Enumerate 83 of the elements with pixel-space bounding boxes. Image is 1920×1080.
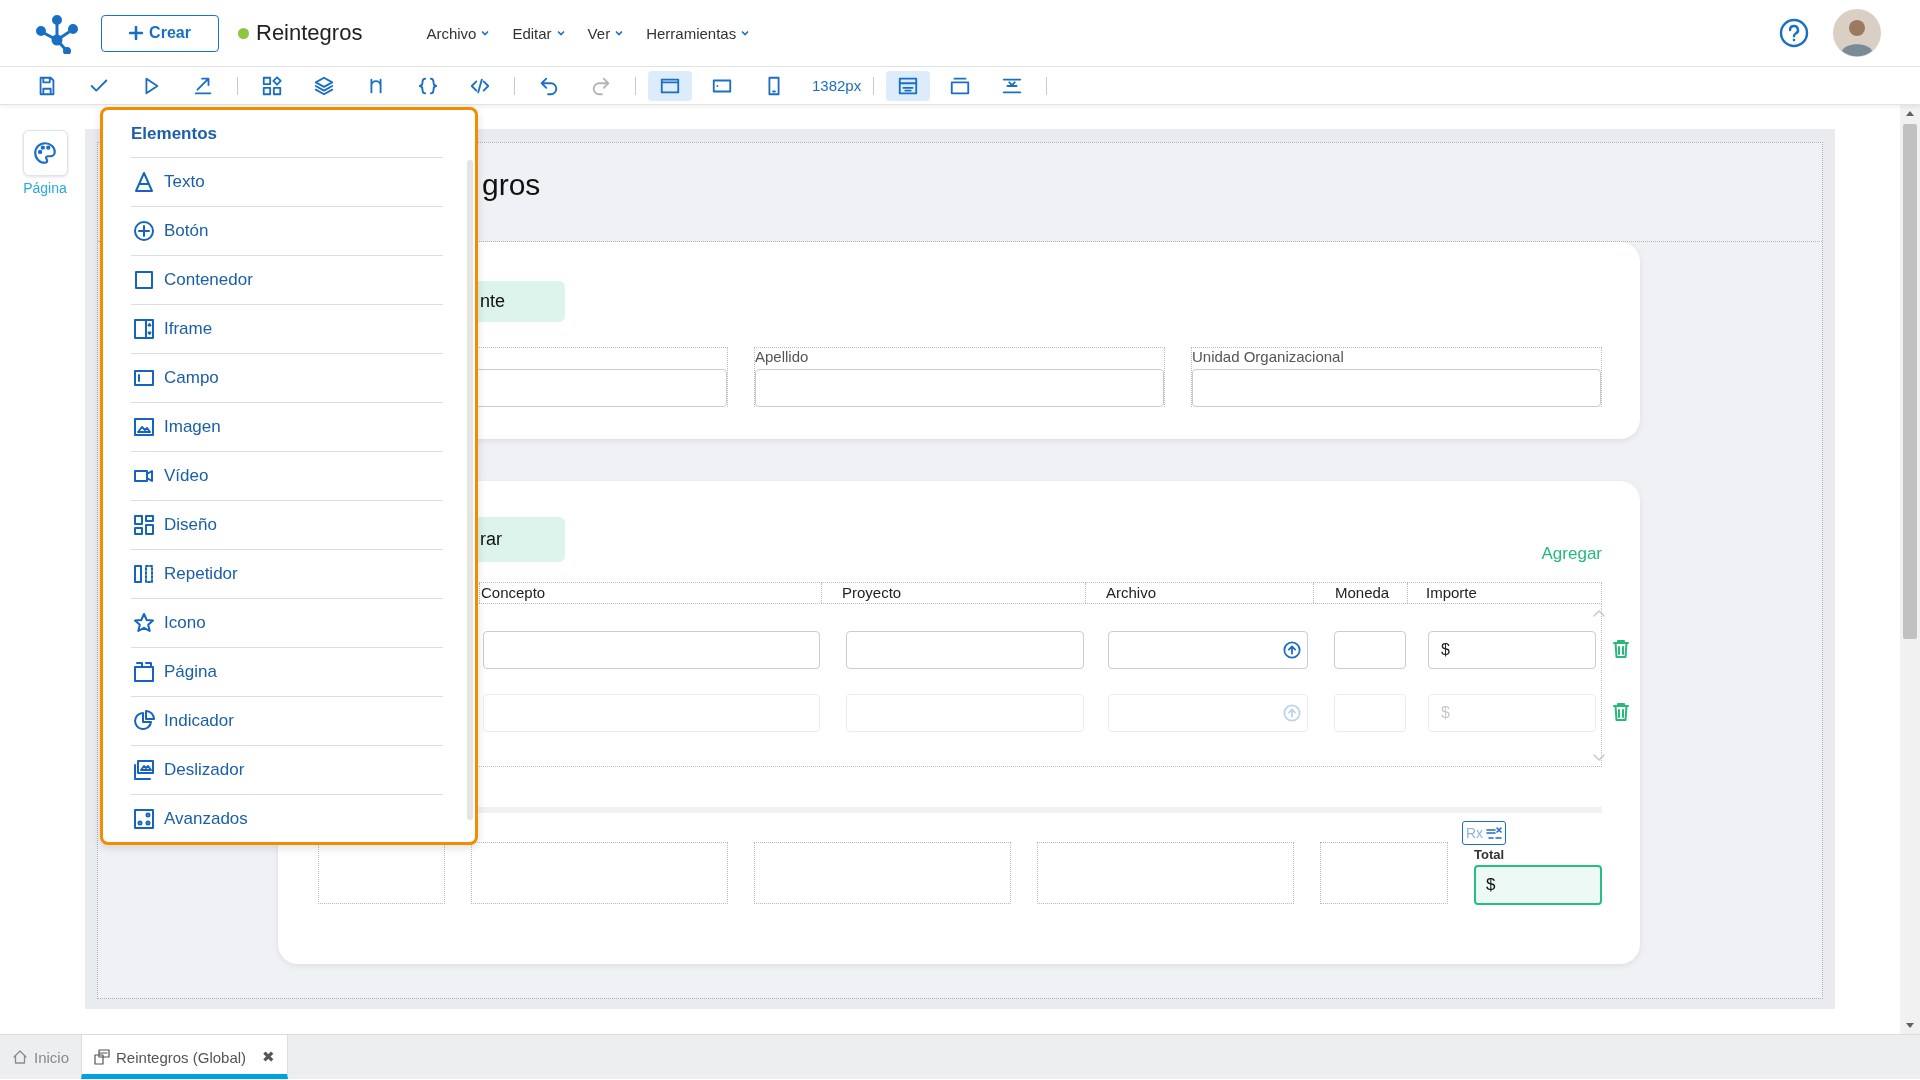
total-field[interactable]: $ <box>1474 865 1602 905</box>
status-dot <box>238 27 249 39</box>
scrollbar[interactable] <box>467 160 473 820</box>
column-header: Concepto <box>481 584 546 601</box>
plus-icon <box>129 26 144 40</box>
avatar[interactable] <box>1833 9 1881 57</box>
upload-icon <box>1283 641 1301 659</box>
amount-field[interactable]: $ <box>1428 631 1596 669</box>
input-field[interactable] <box>1192 369 1601 407</box>
menu-item[interactable]: Indicador <box>131 697 443 746</box>
caret-icon <box>480 28 491 38</box>
square-icon <box>132 268 156 292</box>
iframe-icon <box>132 317 156 341</box>
format-icon <box>1486 826 1503 840</box>
chevron-down-icon <box>1592 753 1606 763</box>
menu-item[interactable]: Avanzados <box>131 795 443 842</box>
menu-item[interactable]: Imagen <box>131 403 443 452</box>
help-icon <box>1779 18 1809 48</box>
star-icon <box>132 611 156 635</box>
field-label: Unidad Organizacional <box>1192 348 1345 367</box>
tab[interactable]: Reintegros (Global) ✖ <box>81 1035 289 1079</box>
arrow-up-icon <box>1905 109 1915 117</box>
arrow-down-icon <box>1905 1022 1915 1030</box>
menu-item[interactable]: Texto <box>131 158 443 207</box>
file-field[interactable] <box>1108 631 1308 669</box>
field-label: Apellido <box>755 348 810 367</box>
page-icon <box>132 660 156 684</box>
panel-button[interactable] <box>886 70 931 101</box>
caret-icon <box>555 28 566 38</box>
upload-icon <box>1283 704 1301 722</box>
trash-icon <box>1612 639 1630 659</box>
chevron-up-icon <box>1592 608 1606 618</box>
menu-item[interactable]: Diseño <box>131 501 443 550</box>
text-icon <box>132 170 156 194</box>
input-field[interactable] <box>483 631 820 669</box>
delete-button[interactable] <box>1612 702 1632 724</box>
column-header: Importe <box>1426 584 1477 601</box>
caret-icon <box>740 28 751 38</box>
caret-icon <box>614 28 625 38</box>
column-header: Archivo <box>1106 584 1157 601</box>
scrollbar[interactable] <box>1900 105 1920 1034</box>
create-button[interactable]: Crear <box>101 14 219 52</box>
menu-item[interactable]: Ver <box>587 24 625 42</box>
palette-button[interactable] <box>22 130 68 176</box>
pie-chart-icon <box>132 709 156 733</box>
column-header: Moneda <box>1335 584 1390 601</box>
plus-circle-icon <box>132 219 156 243</box>
menu-item[interactable]: Herramientas <box>646 24 751 42</box>
menu-item[interactable]: Iframe <box>131 305 443 354</box>
widgets-icon <box>261 74 283 97</box>
menu-title: Elementos <box>131 110 443 158</box>
repeater-icon <box>132 562 156 586</box>
menu-item[interactable]: Campo <box>131 354 443 403</box>
delete-button[interactable] <box>1612 639 1632 661</box>
total-label: Total <box>1474 847 1505 863</box>
input-field[interactable] <box>1334 631 1406 669</box>
layers-icon <box>313 74 335 97</box>
menu-item[interactable]: Archivo <box>426 24 491 42</box>
app-title: Reintegros <box>256 20 363 46</box>
page-label: Página <box>23 180 67 196</box>
images-icon <box>132 758 156 782</box>
menu-item[interactable]: Icono <box>131 599 443 648</box>
home-icon <box>12 1049 28 1065</box>
input-field[interactable] <box>846 631 1084 669</box>
menu-item[interactable]: Repetidor <box>131 550 443 599</box>
image-icon <box>132 415 156 439</box>
grid-dots-icon <box>132 807 156 831</box>
input-field[interactable] <box>755 369 1164 407</box>
width-reading[interactable]: 1382px <box>812 77 862 94</box>
menu-item[interactable]: Botón <box>131 207 443 256</box>
trash-icon <box>1612 702 1630 722</box>
palette-icon <box>32 140 58 166</box>
column-header: Proyecto <box>842 584 902 601</box>
close-icon[interactable]: ✖ <box>262 1048 276 1066</box>
menu-item[interactable]: Vídeo <box>131 452 443 501</box>
menu-item[interactable]: Contenedor <box>131 256 443 305</box>
layout-icon <box>132 513 156 537</box>
desktop-button[interactable] <box>648 70 692 101</box>
menu-item[interactable]: Página <box>131 648 443 697</box>
menu-item[interactable]: Editar <box>512 24 566 42</box>
forms-icon <box>94 1049 111 1065</box>
logo-icon <box>36 12 78 54</box>
menu-item[interactable]: Deslizador <box>131 746 443 795</box>
